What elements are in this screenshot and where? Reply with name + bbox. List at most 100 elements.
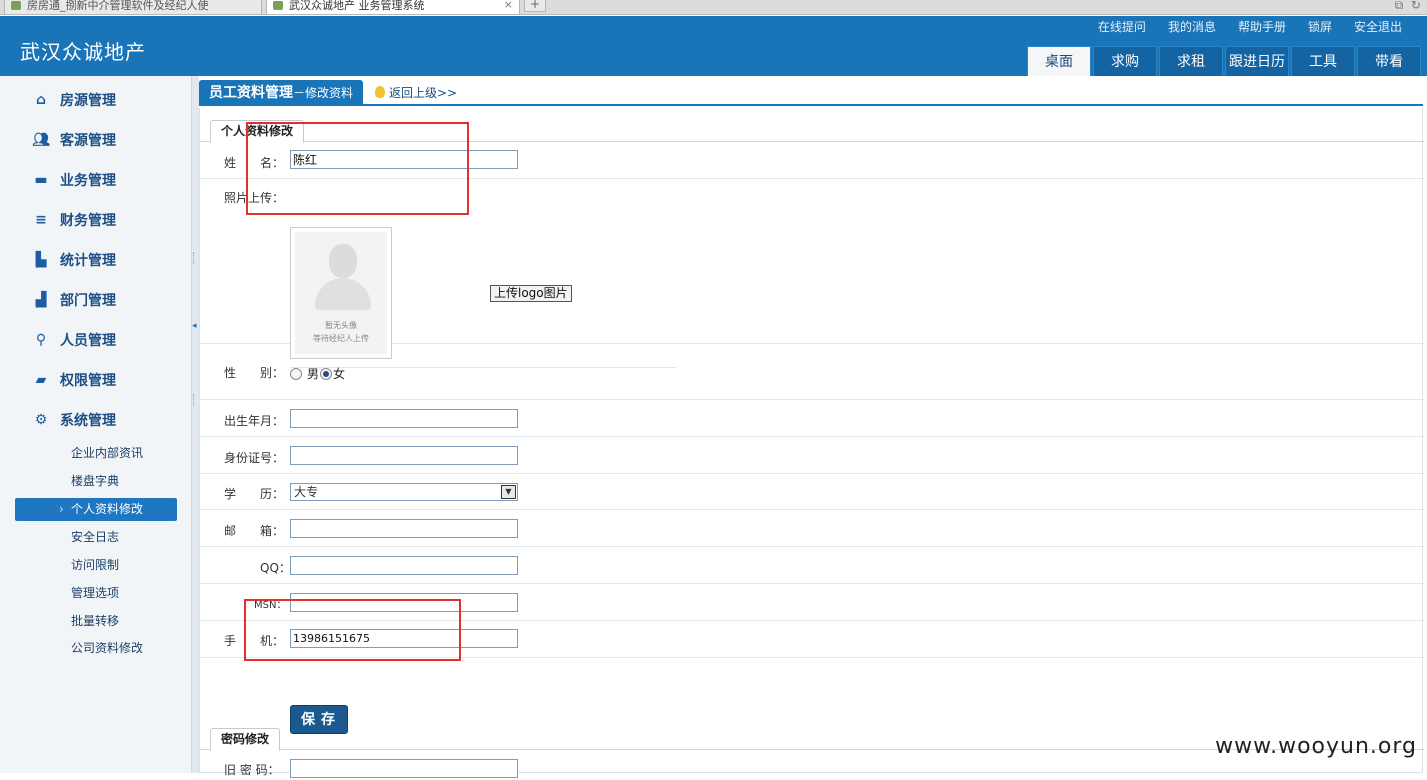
- submenu-management-options[interactable]: 管理选项: [15, 582, 177, 605]
- sidebar-item-department[interactable]: ▟ 部门管理: [0, 280, 191, 320]
- breadcrumb: 员工资料管理－修改资料 返回上级>>: [199, 80, 1423, 106]
- tab-desktop[interactable]: 桌面: [1027, 46, 1091, 76]
- browser-toolbar-icons[interactable]: ⧉ ↻: [1395, 0, 1421, 10]
- link-lock-screen[interactable]: 锁屏: [1297, 18, 1343, 36]
- favicon-icon: [11, 1, 21, 10]
- submenu-company-profile[interactable]: 公司资料修改: [15, 637, 177, 660]
- education-label: 学 历：: [224, 485, 284, 502]
- annotation-box-phone: [244, 599, 461, 661]
- brand-logo: 武汉众诚地产: [20, 36, 146, 65]
- email-input[interactable]: [290, 519, 518, 538]
- top-links: 在线提问 我的消息 帮助手册 锁屏 安全退出: [1087, 18, 1413, 36]
- sidebar-item-label: 部门管理: [60, 290, 116, 310]
- link-online-question[interactable]: 在线提问: [1087, 18, 1157, 36]
- watermark: www.wooyun.org: [1215, 734, 1417, 759]
- row-id-number: 身份证号：: [200, 437, 1424, 474]
- old-password-input[interactable]: [290, 759, 518, 778]
- photo-caption-no-avatar: 暂无头像: [295, 320, 387, 331]
- chat-icon: ▰: [32, 371, 50, 389]
- row-education: 学 历： 大专 ▼: [200, 474, 1424, 510]
- sidebar-item-staff[interactable]: ⚲ 人员管理: [0, 320, 191, 360]
- sidebar-item-statistics[interactable]: ▙ 统计管理: [0, 240, 191, 280]
- bar-chart-icon: ▙: [32, 251, 50, 269]
- back-link-text: 返回上级>>: [389, 86, 457, 100]
- sidebar-item-system[interactable]: ⚙ 系统管理: [0, 400, 191, 440]
- sidebar-item-finance[interactable]: ≡ 财务管理: [0, 200, 191, 240]
- main-nav-tabs: 桌面 求购 求租 跟进日历 工具 带看: [1027, 46, 1421, 76]
- dropdown-arrow-icon[interactable]: ▼: [501, 485, 516, 499]
- qq-label: QQ：: [260, 559, 291, 576]
- sidebar-item-clients[interactable]: 👥︎ 客源管理: [0, 120, 191, 160]
- submenu-access-limit[interactable]: 访问限制: [15, 554, 177, 577]
- row-qq: QQ：: [200, 547, 1424, 584]
- old-password-label: 旧 密 码：: [224, 761, 280, 778]
- row-gender: 性 别： 男 女: [200, 344, 1424, 400]
- sidebar-item-label: 财务管理: [60, 210, 116, 230]
- sidebar-item-label: 人员管理: [60, 330, 116, 350]
- splitter-grip: [193, 394, 196, 406]
- page-subtitle: －修改资料: [293, 86, 353, 100]
- paperclip-icon: ⚲: [32, 331, 50, 349]
- browser-tab-title: 武汉众诚地产 业务管理系统: [289, 0, 425, 12]
- annotation-box-name: [246, 122, 469, 215]
- app-header: 武汉众诚地产 在线提问 我的消息 帮助手册 锁屏 安全退出 桌面 求购 求租 跟…: [0, 16, 1427, 76]
- back-link[interactable]: 返回上级>>: [375, 80, 457, 106]
- gender-label: 性 别：: [224, 364, 284, 381]
- new-tab-button[interactable]: +: [524, 0, 546, 12]
- upload-logo-button[interactable]: 上传logo图片: [490, 285, 572, 302]
- education-select[interactable]: 大专 ▼: [290, 483, 518, 501]
- submenu-internal-news[interactable]: 企业内部资讯: [15, 442, 177, 465]
- row-email: 邮 箱：: [200, 510, 1424, 547]
- tab-purchase[interactable]: 求购: [1093, 46, 1157, 76]
- page-title: 员工资料管理－修改资料: [199, 80, 363, 106]
- car-icon: ▬: [32, 171, 50, 189]
- avatar-body: [315, 278, 371, 310]
- collapse-arrow-icon[interactable]: ◂: [192, 321, 198, 331]
- gender-female-radio[interactable]: [320, 368, 332, 380]
- link-my-messages[interactable]: 我的消息: [1157, 18, 1227, 36]
- sidebar-item-label: 房源管理: [60, 90, 116, 110]
- lightbulb-icon: [375, 86, 385, 98]
- sidebar-item-label: 统计管理: [60, 250, 116, 270]
- email-label: 邮 箱：: [224, 522, 284, 539]
- link-help-manual[interactable]: 帮助手册: [1227, 18, 1297, 36]
- avatar-head: [329, 244, 357, 278]
- gender-male-radio[interactable]: [290, 368, 302, 380]
- tab-password-change[interactable]: 密码修改: [210, 728, 280, 751]
- sidebar-item-permissions[interactable]: ▰ 权限管理: [0, 360, 191, 400]
- gender-female-label: 女: [333, 365, 345, 382]
- sidebar-item-business[interactable]: ▬ 业务管理: [0, 160, 191, 200]
- sidebar: ⌂ 房源管理 👥︎ 客源管理 ▬ 业务管理 ≡ 财务管理 ▙ 统计管理 ▟ 部门…: [0, 76, 191, 773]
- birth-input[interactable]: [290, 409, 518, 428]
- browser-tab-1[interactable]: 房房通_捌新中介管理软件及经纪人使: [4, 0, 262, 15]
- id-number-label: 身份证号：: [224, 449, 284, 466]
- tab-viewing[interactable]: 带看: [1357, 46, 1421, 76]
- default-avatar: 暂无头像 等待经纪人上传: [295, 232, 387, 354]
- education-selected-value: 大专: [294, 485, 318, 499]
- browser-tab-2[interactable]: 武汉众诚地产 业务管理系统 ×: [266, 0, 520, 15]
- id-number-input[interactable]: [290, 446, 518, 465]
- submenu-personal-profile[interactable]: 个人资料修改: [15, 498, 177, 521]
- tab-rent[interactable]: 求租: [1159, 46, 1223, 76]
- link-logout[interactable]: 安全退出: [1343, 18, 1413, 36]
- submenu-batch-transfer[interactable]: 批量转移: [15, 610, 177, 633]
- submenu-building-dictionary[interactable]: 楼盘字典: [15, 470, 177, 493]
- gear-icon: ⚙: [32, 411, 50, 429]
- sidebar-splitter[interactable]: ◂: [191, 76, 199, 773]
- close-tab-icon[interactable]: ×: [504, 0, 513, 11]
- gender-male-label: 男: [307, 365, 319, 382]
- submenu-security-log[interactable]: 安全日志: [15, 526, 177, 549]
- browser-tabstrip: 房房通_捌新中介管理软件及经纪人使 武汉众诚地产 业务管理系统 × + ⧉ ↻: [0, 0, 1427, 15]
- tab-tools[interactable]: 工具: [1291, 46, 1355, 76]
- row-birth: 出生年月：: [200, 400, 1424, 437]
- sidebar-item-property[interactable]: ⌂ 房源管理: [0, 80, 191, 120]
- org-chart-icon: ▟: [32, 291, 50, 309]
- tab-followup-calendar[interactable]: 跟进日历: [1225, 46, 1289, 76]
- home-icon: ⌂: [32, 91, 50, 109]
- photo-preview: 暂无头像 等待经纪人上传: [290, 227, 392, 359]
- sidebar-item-label: 业务管理: [60, 170, 116, 190]
- favicon-icon: [273, 1, 283, 10]
- qq-input[interactable]: [290, 556, 518, 575]
- sidebar-item-label: 客源管理: [60, 130, 116, 150]
- page-title-text: 员工资料管理: [209, 85, 293, 101]
